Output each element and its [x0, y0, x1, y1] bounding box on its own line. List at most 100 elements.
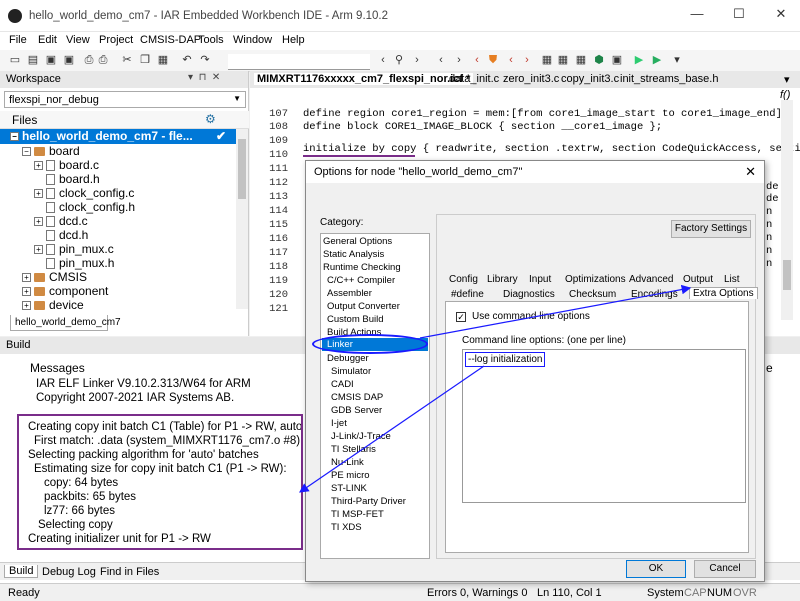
tab-encodings[interactable]: Encodings — [631, 289, 678, 300]
tree-item-component[interactable]: + component — [22, 284, 108, 298]
code-line[interactable]: define region core1_region = mem:[from c… — [303, 108, 788, 120]
tree-item-board-h[interactable]: board.h — [46, 172, 100, 186]
tab-debug-log[interactable]: Debug Log — [42, 566, 96, 578]
prev-bookmark-icon[interactable]: ‹ — [504, 53, 518, 67]
tree-item-clock-config-c[interactable]: + clock_config.c — [34, 186, 134, 200]
breakpoint-icon[interactable]: ⬢ — [592, 53, 606, 67]
collapse-icon[interactable]: − — [10, 132, 19, 142]
category-item[interactable]: GDB Server — [331, 405, 382, 416]
dialog-close-icon[interactable]: ✕ — [745, 164, 756, 180]
tree-item-pin-mux-c[interactable]: + pin_mux.c — [34, 242, 114, 256]
category-item[interactable]: Simulator — [331, 366, 371, 377]
go-back-icon[interactable]: ‹ — [434, 53, 448, 67]
tree-item-pin-mux-h[interactable]: pin_mux.h — [46, 256, 114, 270]
tree-item-dcd-h[interactable]: dcd.h — [46, 228, 88, 242]
toggle-icon[interactable]: ▣ — [610, 53, 624, 67]
expand-icon[interactable]: + — [22, 273, 31, 283]
project-row[interactable]: − hello_world_demo_cm7 - fle... ✔ — [0, 129, 236, 144]
collapse-icon[interactable]: − — [22, 147, 31, 157]
tree-item-dcd-c[interactable]: + dcd.c — [34, 214, 88, 228]
menu-view[interactable]: View — [66, 34, 90, 46]
expand-icon[interactable]: + — [34, 245, 43, 255]
goto-icon[interactable]: ‹ — [470, 53, 484, 67]
paste-icon[interactable]: ▦ — [156, 53, 170, 67]
category-item[interactable]: Runtime Checking — [323, 262, 401, 273]
category-item[interactable]: Output Converter — [327, 301, 400, 312]
tree-item-device[interactable]: + device — [22, 298, 84, 312]
category-item[interactable]: TI Stellaris — [331, 444, 376, 455]
debug-icon[interactable]: ▶ — [650, 53, 664, 67]
run-icon[interactable]: ▶ — [632, 53, 646, 67]
category-item[interactable]: Debugger — [327, 353, 369, 364]
find-combo[interactable] — [228, 54, 370, 70]
use-command-line-checkbox[interactable]: ✓ — [456, 312, 466, 322]
tab-advanced[interactable]: Advanced — [629, 274, 673, 285]
cancel-button[interactable]: Cancel — [694, 560, 756, 578]
tree-item-board[interactable]: − board — [22, 144, 80, 158]
bookmark-icon[interactable]: ⛊ — [486, 53, 500, 67]
command-line-textarea[interactable]: --log initialization — [462, 349, 746, 503]
open-icon[interactable]: ▤ — [26, 53, 40, 67]
find-icon[interactable]: ⚲ — [392, 53, 406, 67]
workspace-tab[interactable]: hello_world_demo_cm7 — [10, 315, 121, 331]
tab-input[interactable]: Input — [529, 274, 551, 285]
menu-window[interactable]: Window — [233, 34, 272, 46]
expand-icon[interactable]: + — [22, 287, 31, 297]
menu-cmsis-dap[interactable]: CMSIS-DAP — [140, 34, 201, 46]
config-select[interactable]: flexspi_nor_debug ▼ — [4, 91, 246, 108]
tree-item-board-c[interactable]: + board.c — [34, 158, 99, 172]
editor-scrollbar[interactable] — [781, 100, 793, 320]
tab-diagnostics[interactable]: Diagnostics — [503, 289, 555, 300]
category-item[interactable]: J-Link/J-Trace — [331, 431, 391, 442]
tab-library[interactable]: Library — [487, 274, 518, 285]
next-bookmark-icon[interactable]: › — [520, 53, 534, 67]
tab-output[interactable]: Output — [683, 274, 713, 285]
redo-icon[interactable]: ↷ — [198, 53, 212, 67]
close-button[interactable]: ✕ — [766, 6, 796, 22]
category-item[interactable]: General Options — [323, 236, 392, 247]
minimize-button[interactable]: — — [682, 6, 712, 21]
tab-zero-init3[interactable]: zero_init3.c — [503, 73, 559, 85]
maximize-button[interactable]: ☐ — [724, 6, 754, 22]
category-item[interactable]: Static Analysis — [323, 249, 384, 260]
tab-checksum[interactable]: Checksum — [569, 289, 616, 300]
category-item[interactable]: PE micro — [331, 470, 370, 481]
menu-edit[interactable]: Edit — [38, 34, 57, 46]
tab-build[interactable]: Build — [4, 565, 39, 578]
tab-icf[interactable]: MIMXRT1176xxxxx_cm7_flexspi_nor.icf * — [254, 73, 474, 85]
toolbar-options-icon[interactable]: ▾ — [670, 53, 684, 67]
gear-icon[interactable]: ⚙ — [205, 112, 216, 126]
category-item[interactable]: Nu-Link — [331, 457, 364, 468]
copy-icon[interactable]: ❐ — [138, 53, 152, 67]
expand-icon[interactable]: + — [22, 301, 31, 311]
tab-copy-init3[interactable]: copy_init3.c — [561, 73, 619, 85]
tab-init-streams[interactable]: init_streams_base.h — [620, 73, 718, 85]
category-item[interactable]: Third-Party Driver — [331, 496, 406, 507]
print-icon[interactable]: ⎙ — [82, 53, 96, 67]
tab-optimizations[interactable]: Optimizations — [565, 274, 626, 285]
tab-define[interactable]: #define — [451, 289, 484, 300]
tree-item-cmsis[interactable]: + CMSIS — [22, 270, 87, 284]
tab-extra-options[interactable]: Extra Options — [689, 287, 758, 299]
back-icon[interactable]: ‹ — [376, 53, 390, 67]
category-item[interactable]: TI XDS — [331, 522, 362, 533]
category-item[interactable]: ST-LINK — [331, 483, 367, 494]
code-line-highlighted[interactable]: initialize by copy { readwrite, section … — [303, 143, 800, 155]
expand-icon[interactable]: + — [34, 189, 43, 199]
tab-list-icon[interactable]: ▾ — [784, 73, 790, 86]
category-item[interactable]: TI MSP-FET — [331, 509, 384, 520]
category-item[interactable]: Assembler — [327, 288, 372, 299]
menu-project[interactable]: Project — [99, 34, 133, 46]
print-preview-icon[interactable]: ⎙ — [96, 53, 110, 67]
code-line[interactable]: define block CORE1_IMAGE_BLOCK { section… — [303, 121, 662, 133]
stop-build-icon[interactable]: ▦ — [574, 53, 588, 67]
category-item[interactable]: Custom Build — [327, 314, 384, 325]
tab-config[interactable]: Config — [449, 274, 478, 285]
category-item[interactable]: CMSIS DAP — [331, 392, 383, 403]
go-forward-icon[interactable]: › — [452, 53, 466, 67]
save-icon[interactable]: ▣ — [44, 53, 58, 67]
tab-find-in-files[interactable]: Find in Files — [100, 566, 159, 578]
factory-settings-button[interactable]: Factory Settings — [671, 220, 751, 238]
cut-icon[interactable]: ✂ — [120, 53, 134, 67]
find-next-icon[interactable]: › — [410, 53, 424, 67]
